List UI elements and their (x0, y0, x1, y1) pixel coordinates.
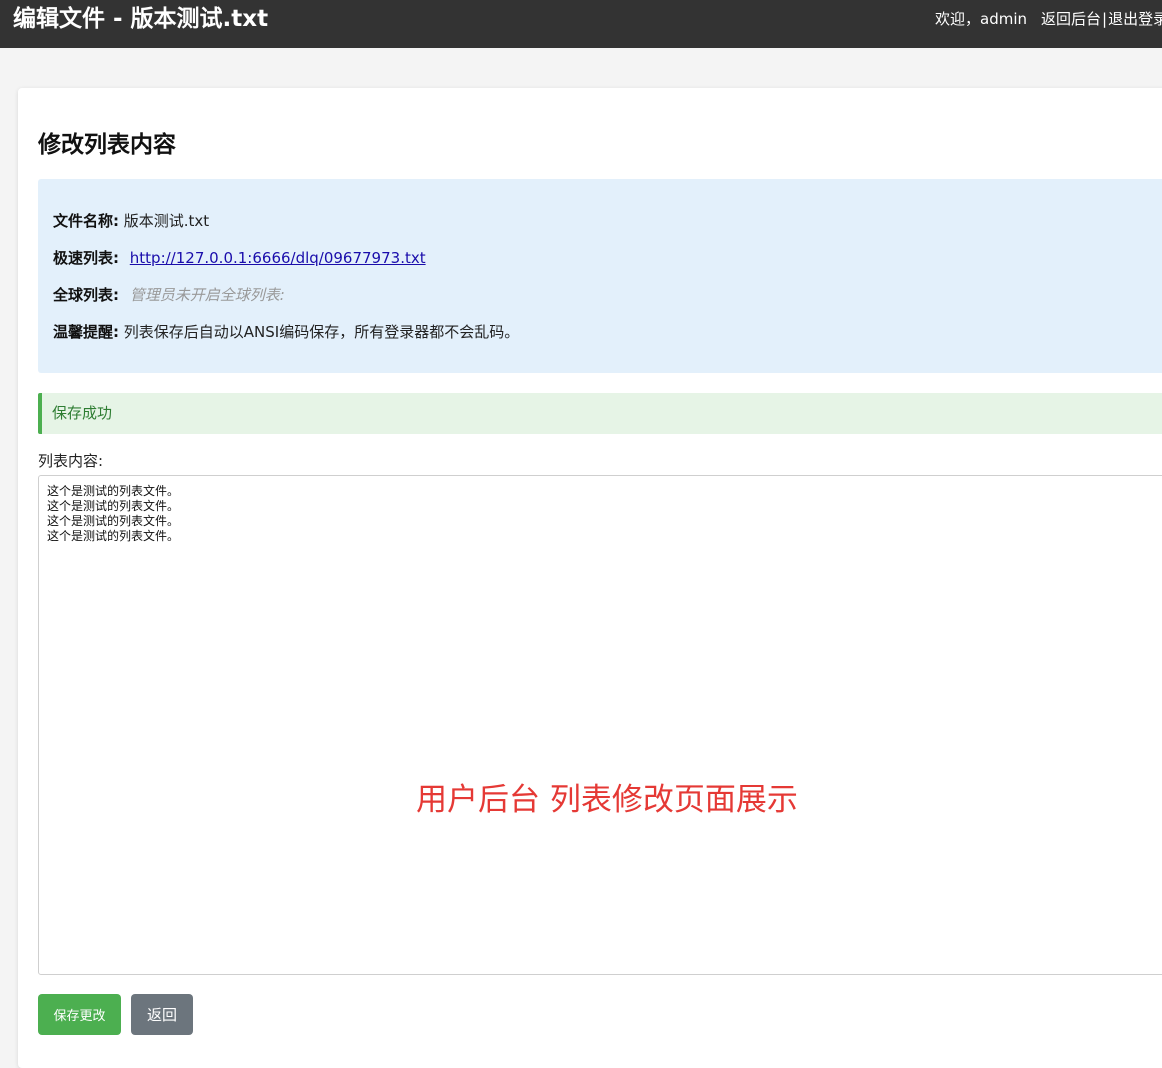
main-card: 修改列表内容 文件名称: 版本测试.txt 极速列表: http://127.0… (18, 88, 1162, 1068)
file-name-row: 文件名称: 版本测试.txt (53, 211, 209, 231)
global-list-value: 管理员未开启全球列表: (129, 286, 285, 304)
content-label: 列表内容: (38, 452, 104, 470)
nav-separator: | (1102, 10, 1108, 28)
back-button[interactable]: 返回 (131, 994, 193, 1035)
tip-text: 列表保存后自动以ANSI编码保存，所有登录器都不会乱码。 (123, 323, 520, 341)
fast-list-label: 极速列表: (53, 249, 119, 267)
page-title: 编辑文件 - 版本测试.txt (13, 6, 269, 32)
tip-label: 温馨提醒: (53, 323, 119, 341)
success-alert: 保存成功 (38, 393, 1162, 434)
top-nav: 欢迎，admin 返回后台|退出登录 (935, 9, 1162, 29)
file-name-label: 文件名称: (53, 212, 119, 230)
section-heading: 修改列表内容 (38, 132, 176, 158)
back-to-admin-link[interactable]: 返回后台 (1041, 10, 1101, 28)
global-list-label: 全球列表: (53, 286, 119, 304)
file-name-value: 版本测试.txt (123, 212, 210, 230)
fast-list-row: 极速列表: http://127.0.0.1:6666/dlq/09677973… (53, 248, 426, 268)
save-changes-button[interactable]: 保存更改 (38, 994, 121, 1035)
global-list-row: 全球列表: 管理员未开启全球列表: (53, 285, 285, 305)
logout-link[interactable]: 退出登录 (1108, 10, 1162, 28)
fast-list-link[interactable]: http://127.0.0.1:6666/dlq/09677973.txt (130, 249, 426, 267)
top-bar: 编辑文件 - 版本测试.txt 欢迎，admin 返回后台|退出登录 (0, 0, 1162, 48)
file-info-panel: 文件名称: 版本测试.txt 极速列表: http://127.0.0.1:66… (38, 179, 1162, 373)
welcome-text: 欢迎，admin (935, 10, 1027, 28)
list-content-textarea[interactable]: 这个是测试的列表文件。 这个是测试的列表文件。 这个是测试的列表文件。 这个是测… (38, 475, 1162, 975)
tip-row: 温馨提醒: 列表保存后自动以ANSI编码保存，所有登录器都不会乱码。 (53, 322, 519, 342)
